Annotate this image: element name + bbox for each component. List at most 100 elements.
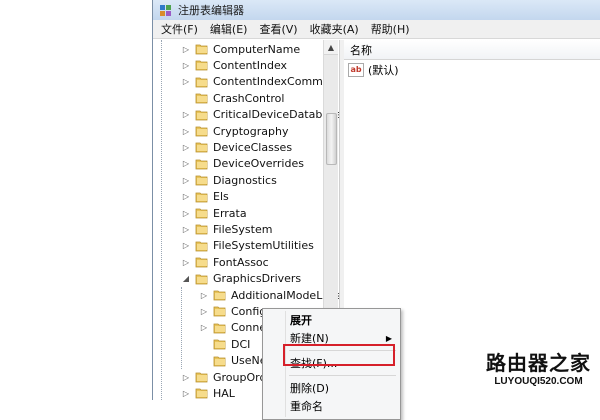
folder-icon: [213, 289, 227, 301]
menu-favorites[interactable]: 收藏夹(A): [310, 21, 359, 37]
expand-arrow-icon[interactable]: ▷: [199, 306, 209, 316]
tree-item-label: HAL: [213, 386, 235, 400]
expand-arrow-icon[interactable]: ▷: [181, 372, 191, 382]
folder-icon: [195, 174, 209, 186]
menu-item-delete[interactable]: 删除(D): [263, 379, 400, 397]
tree-item[interactable]: ▷ HAL: [181, 385, 235, 400]
registry-app-icon: [159, 3, 173, 17]
folder-icon: [195, 240, 209, 252]
tree-item-label: CrashControl: [213, 91, 285, 105]
expand-arrow-icon[interactable]: ▷: [181, 257, 191, 267]
expand-arrow-icon[interactable]: ▷: [199, 290, 209, 300]
folder-icon: [195, 256, 209, 268]
tree-item-label: CriticalDeviceDatabase: [213, 108, 341, 122]
expand-arrow-icon[interactable]: ▷: [181, 388, 191, 398]
tree-item[interactable]: ◢ GraphicsDrivers: [181, 271, 301, 287]
menu-item-expand[interactable]: 展开: [263, 311, 400, 329]
expand-arrow-icon[interactable]: ▷: [181, 142, 191, 152]
tree-item-label: DeviceClasses: [213, 140, 293, 154]
expand-arrow-icon[interactable]: ▷: [181, 192, 191, 202]
tree-item[interactable]: ▷ ComputerName: [181, 41, 300, 57]
tree-item[interactable]: ▷ Errata: [181, 205, 247, 221]
menu-item-label: 删除(D): [290, 382, 330, 395]
tree-item-label: ContentIndex: [213, 58, 288, 72]
highlight-annotation: [283, 344, 395, 366]
folder-icon: [195, 59, 209, 71]
menu-view[interactable]: 查看(V): [259, 21, 297, 37]
folder-icon: [195, 109, 209, 121]
tree-item-label: GraphicsDrivers: [213, 272, 302, 286]
expand-arrow-icon[interactable]: ▷: [181, 110, 191, 120]
tree-item[interactable]: ▷ FontAssoc: [181, 254, 269, 270]
tree-item[interactable]: DCI: [199, 336, 250, 352]
tree-item[interactable]: ▷ FileSystemUtilities: [181, 238, 314, 254]
folder-icon: [195, 92, 209, 104]
tree-guide-line: [161, 40, 162, 400]
scroll-thumb[interactable]: [326, 113, 337, 165]
folder-icon: [195, 158, 209, 170]
tree-item-label: DCI: [231, 337, 251, 351]
menu-file[interactable]: 文件(F): [161, 21, 198, 37]
tree-item-label: Errata: [213, 206, 247, 220]
expand-arrow-icon[interactable]: ▷: [181, 208, 191, 218]
tree-item[interactable]: ▷ Cryptography: [181, 123, 289, 139]
tree-item-label: FontAssoc: [213, 255, 269, 269]
tree-item[interactable]: ▷ Els: [181, 189, 229, 205]
tree-item[interactable]: ▷ ContentIndex: [181, 57, 287, 73]
expand-arrow-icon[interactable]: ▷: [181, 175, 191, 185]
folder-icon: [195, 273, 209, 285]
folder-icon: [195, 43, 209, 55]
collapse-arrow-icon[interactable]: ◢: [181, 274, 191, 284]
watermark-url: LUYOUQI520.COM: [494, 376, 583, 387]
tree-item[interactable]: ▷ FileSystem: [181, 221, 273, 237]
folder-icon: [213, 322, 227, 334]
tree-item[interactable]: ▷ Diagnostics: [181, 172, 277, 188]
tree-item[interactable]: ▷ GroupOrde: [181, 369, 273, 385]
folder-icon: [195, 76, 209, 88]
ab-string-icon: ab: [348, 63, 364, 77]
column-header-label: 名称: [350, 43, 372, 57]
watermark-title: 路由器之家: [486, 351, 591, 375]
expand-arrow-icon[interactable]: ▷: [181, 44, 191, 54]
title-bar: 注册表编辑器: [153, 0, 600, 20]
list-item[interactable]: ab (默认): [348, 62, 399, 78]
folder-icon: [195, 191, 209, 203]
folder-icon: [195, 371, 209, 383]
tree-item[interactable]: CrashControl: [181, 90, 284, 106]
column-header-name[interactable]: 名称: [344, 40, 600, 60]
tree-item-label: ComputerName: [213, 42, 301, 56]
tree-item[interactable]: ▷ CriticalDeviceDatabase: [181, 107, 341, 123]
menu-edit[interactable]: 编辑(E): [210, 21, 248, 37]
menu-separator: [289, 375, 396, 376]
expand-arrow-icon[interactable]: ▷: [181, 60, 191, 70]
submenu-arrow-icon: ▶: [385, 333, 392, 343]
expander-placeholder: [199, 339, 209, 349]
tree-item[interactable]: ▷ DeviceClasses: [181, 139, 292, 155]
folder-icon: [213, 338, 227, 350]
tree-item-label: FileSystem: [213, 222, 273, 236]
expand-arrow-icon[interactable]: ▷: [181, 126, 191, 136]
folder-icon: [195, 223, 209, 235]
menu-help[interactable]: 帮助(H): [371, 21, 410, 37]
folder-icon: [195, 125, 209, 137]
menu-item-label: 重命名: [290, 400, 323, 413]
tree-item-label: DeviceOverrides: [213, 157, 304, 171]
expand-arrow-icon[interactable]: ▷: [199, 323, 209, 333]
expand-arrow-icon[interactable]: ▷: [181, 159, 191, 169]
folder-icon: [195, 387, 209, 399]
menu-bar: 文件(F) 编辑(E) 查看(V) 收藏夹(A) 帮助(H): [153, 20, 600, 39]
tree-item[interactable]: ▷ DeviceOverrides: [181, 156, 304, 172]
expander-placeholder: [181, 93, 191, 103]
expand-arrow-icon[interactable]: ▷: [181, 241, 191, 251]
expand-arrow-icon[interactable]: ▷: [181, 77, 191, 87]
folder-icon: [195, 141, 209, 153]
folder-icon: [195, 207, 209, 219]
value-name: (默认): [368, 64, 399, 77]
tree-item[interactable]: ▷ ContentIndexCommon: [181, 74, 337, 90]
expand-arrow-icon[interactable]: ▷: [181, 224, 191, 234]
tree-item[interactable]: ▷ AdditionalModeLists: [199, 287, 341, 303]
scroll-up-arrow-icon[interactable]: ▲: [324, 40, 338, 55]
site-watermark: 路由器之家 LUYOUQI520.COM: [481, 350, 596, 394]
folder-icon: [213, 355, 227, 367]
tree-item-label: FileSystemUtilities: [213, 239, 314, 253]
